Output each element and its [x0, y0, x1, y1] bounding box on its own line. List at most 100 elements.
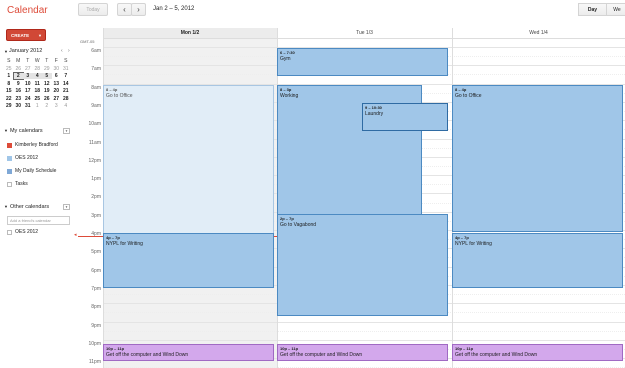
event[interactable]: 6 – 7:30 Gym: [277, 48, 448, 76]
day-header-mon[interactable]: Mon 1/2: [103, 28, 277, 39]
calendar-grid: Mon 1/2 Tue 1/3 Wed 1/4 GMT-05 6am 7am 8am…: [74, 28, 625, 368]
add-friend-calendar-input[interactable]: Add a friend's calendar: [7, 216, 70, 225]
mini-calendar-day[interactable]: 10: [23, 81, 33, 87]
mini-calendar-day[interactable]: 30: [14, 103, 24, 109]
mini-calendar-day[interactable]: 11: [33, 81, 43, 87]
day-header-tue[interactable]: Tue 1/3: [277, 28, 452, 39]
today-button[interactable]: Today: [78, 3, 108, 16]
mini-next-icon[interactable]: ›: [68, 48, 70, 54]
mini-calendar-day[interactable]: 19: [42, 88, 52, 94]
mini-calendar-day[interactable]: 15: [4, 88, 14, 94]
mini-calendar-day[interactable]: 31: [61, 66, 71, 72]
view-day-button[interactable]: Day: [578, 3, 607, 16]
hour-label: 5pm: [91, 249, 101, 256]
mini-calendar-day[interactable]: 26: [42, 96, 52, 102]
event-title: Working: [280, 93, 299, 99]
dropdown-arrow-icon[interactable]: ▼: [38, 33, 42, 38]
view-week-button[interactable]: We: [606, 3, 625, 16]
current-time-marker-icon: ◂: [74, 232, 77, 238]
mini-calendar-day[interactable]: 14: [61, 81, 71, 87]
calendar-item[interactable]: Kimberley Bradford: [7, 142, 58, 148]
mini-calendar-day[interactable]: 13: [52, 81, 62, 87]
mini-calendar-day[interactable]: 28: [33, 66, 43, 72]
mini-calendar-day[interactable]: 8: [4, 81, 14, 87]
mini-calendar-day[interactable]: 27: [52, 96, 62, 102]
color-swatch[interactable]: [7, 142, 12, 148]
event[interactable]: 8 – 4p Go to Office: [452, 85, 623, 232]
mini-calendar-day[interactable]: 18: [33, 88, 43, 94]
mini-calendar-day[interactable]: 5: [42, 73, 52, 79]
calendar-item[interactable]: OES 2012: [7, 155, 38, 161]
mini-calendar-day[interactable]: 3: [23, 73, 33, 79]
collapse-caret-icon[interactable]: ▼: [4, 204, 8, 209]
mini-calendar-day[interactable]: 27: [23, 66, 33, 72]
calendar-item[interactable]: OES 2012: [7, 229, 38, 235]
color-swatch[interactable]: [7, 168, 12, 174]
mini-calendar-day[interactable]: 29: [42, 66, 52, 72]
mini-calendar-day[interactable]: 9: [14, 81, 24, 87]
hour-label: 11pm: [88, 359, 101, 366]
next-button[interactable]: ›: [131, 3, 146, 16]
event[interactable]: 10p – 11p Get off the computer and Wind D…: [277, 344, 448, 361]
app-title[interactable]: Calendar: [7, 5, 48, 16]
calendar-item[interactable]: Tasks: [7, 181, 28, 187]
date-range-label: Jan 2 – 5, 2012: [153, 6, 195, 12]
hour-label: 8pm: [91, 304, 101, 311]
mini-calendar-day[interactable]: 16: [14, 88, 24, 94]
mini-calendar-grid: S M T W T F S 25 26 27 28 29 30 31 1 2 3 4 5 6 7 8 9 10 11 12 13 14…: [4, 58, 74, 109]
event[interactable]: 8 – 4p Go to Office: [103, 85, 274, 235]
mini-calendar-day[interactable]: 21: [61, 88, 71, 94]
my-calendars-menu-icon[interactable]: ▼: [63, 128, 70, 134]
color-swatch[interactable]: [7, 229, 12, 235]
other-calendars-header[interactable]: ▼ Other calendars: [4, 204, 49, 210]
mini-calendar-day[interactable]: 7: [61, 73, 71, 79]
weekday-label: T: [26, 58, 30, 64]
mini-calendar-day[interactable]: 24: [23, 96, 33, 102]
mini-calendar-day[interactable]: 2: [12, 72, 24, 80]
day-header-wed[interactable]: Wed 1/4: [452, 28, 625, 39]
mini-calendar-day[interactable]: 25: [33, 96, 43, 102]
mini-calendar-day[interactable]: 12: [42, 81, 52, 87]
event[interactable]: 2p – 7p Go to Vagabond: [277, 214, 448, 316]
mini-calendar-day[interactable]: 23: [14, 96, 24, 102]
mini-calendar-day[interactable]: 28: [61, 96, 71, 102]
event[interactable]: 10p – 11p Get off the computer and Wind D…: [103, 344, 274, 361]
mini-calendar-day[interactable]: 2: [42, 103, 52, 109]
event[interactable]: 4p – 7p NYPL for Writing: [103, 233, 274, 288]
color-swatch[interactable]: [7, 181, 12, 187]
mini-calendar-day[interactable]: 1: [33, 103, 43, 109]
event-title: Go to Office: [455, 93, 482, 99]
my-calendars-header[interactable]: ▼ My calendars: [4, 128, 43, 134]
mini-calendar-day[interactable]: 22: [4, 96, 14, 102]
mini-calendar-day[interactable]: 25: [4, 66, 14, 72]
hour-label: 11am: [88, 139, 101, 146]
mini-calendar-day[interactable]: 29: [4, 103, 14, 109]
mini-calendar-day[interactable]: 4: [32, 73, 42, 79]
other-calendars-menu-icon[interactable]: ▼: [63, 204, 70, 210]
mini-calendar-day[interactable]: 1: [4, 73, 14, 79]
mini-calendar-day[interactable]: 6: [52, 73, 62, 79]
calendar-item[interactable]: My Daily Schedule: [7, 168, 56, 174]
mini-calendar-day[interactable]: 17: [23, 88, 33, 94]
collapse-caret-icon[interactable]: ▼: [4, 128, 8, 133]
mini-calendar-day[interactable]: 20: [52, 88, 62, 94]
calendar-name: Kimberley Bradford: [15, 142, 58, 148]
create-button[interactable]: CREATE ▼: [6, 29, 46, 41]
mini-calendar-day[interactable]: 30: [52, 66, 62, 72]
weekday-label: S: [64, 58, 68, 64]
collapse-caret-icon[interactable]: ▼: [4, 49, 8, 54]
color-swatch[interactable]: [7, 155, 12, 161]
timezone-label: GMT-05: [80, 39, 95, 44]
event[interactable]: 4p – 7p NYPL for Writing: [452, 233, 623, 288]
event[interactable]: 10p – 11p Get off the computer and Wind D…: [452, 344, 623, 361]
event[interactable]: 9 – 10:30 Laundry: [362, 103, 448, 131]
mini-calendar-day[interactable]: 31: [23, 103, 33, 109]
mini-calendar-day[interactable]: 4: [61, 103, 71, 109]
hour-label: 8am: [91, 84, 101, 91]
hour-label: 9pm: [91, 322, 101, 329]
event-title: Get off the computer and Wind Down: [280, 352, 363, 358]
prev-button[interactable]: ‹: [117, 3, 132, 16]
mini-calendar-day[interactable]: 3: [52, 103, 62, 109]
mini-prev-icon[interactable]: ‹: [61, 48, 63, 54]
mini-calendar-day[interactable]: 26: [14, 66, 24, 72]
